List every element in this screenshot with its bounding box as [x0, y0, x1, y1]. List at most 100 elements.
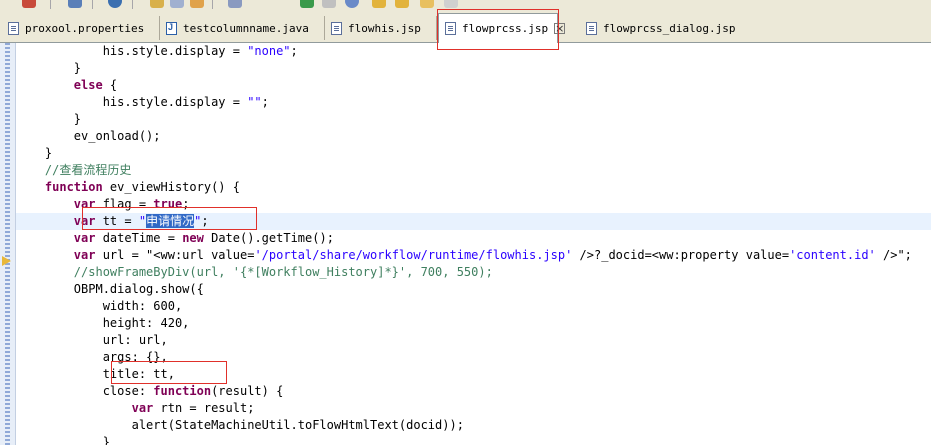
new-wizard-icon[interactable]	[150, 0, 164, 8]
code-token: else	[73, 78, 103, 92]
code-token: //查看流程历史	[44, 163, 132, 177]
code-token: rtn = result;	[153, 401, 255, 415]
code-token: />";	[875, 248, 912, 262]
code-line[interactable]: close: function(result) {	[16, 383, 931, 400]
external-tools-icon[interactable]	[322, 0, 336, 8]
code-token: url: url,	[16, 333, 168, 347]
code-token: var	[73, 231, 96, 245]
back-arrow-icon[interactable]	[372, 0, 386, 8]
code-line[interactable]: var dateTime = new Date().getTime();	[16, 230, 931, 247]
code-line[interactable]: }	[16, 434, 931, 445]
open-type-icon[interactable]	[170, 0, 184, 8]
code-line[interactable]: var url = "<ww:url value='/portal/share/…	[16, 247, 931, 264]
instruction-pointer-icon	[2, 256, 11, 266]
run-app-icon[interactable]	[300, 0, 314, 8]
code-line[interactable]: function ev_viewHistory() {	[16, 179, 931, 196]
code-token: function	[44, 180, 103, 194]
code-line[interactable]: else {	[16, 77, 931, 94]
toolbar-separator	[92, 0, 93, 9]
search-icon[interactable]	[228, 0, 242, 8]
code-token: }	[16, 61, 82, 75]
code-token: }	[16, 435, 110, 445]
code-token: '/portal/share/workflow/runtime/flowhis.…	[254, 248, 573, 262]
code-token: close:	[16, 384, 154, 398]
debug-icon[interactable]	[22, 0, 36, 8]
code-token: Date().getTime();	[203, 231, 334, 245]
annotation-box-title-tt	[111, 361, 227, 384]
file-icon	[586, 21, 597, 35]
open-resource-icon[interactable]	[190, 0, 204, 8]
file-icon	[8, 21, 19, 35]
code-line[interactable]: height: 420,	[16, 315, 931, 332]
tab-label: testcolumnname.java	[183, 21, 309, 35]
code-token: width: 600,	[16, 299, 183, 313]
code-line[interactable]: url: url,	[16, 332, 931, 349]
code-token: function	[153, 384, 212, 398]
code-token: OBPM.dialog.show({	[16, 282, 204, 296]
code-token: height: 420,	[16, 316, 190, 330]
code-token: new	[182, 231, 204, 245]
code-token: />?_docid=<ww:property value=	[572, 248, 790, 262]
globe-icon[interactable]	[345, 0, 359, 8]
run-icon[interactable]	[68, 0, 82, 8]
toolbar-separator	[132, 0, 133, 9]
code-line[interactable]: alert(StateMachineUtil.toFlowHtmlText(do…	[16, 417, 931, 434]
code-token: }	[16, 146, 53, 160]
code-line[interactable]: //查看流程历史	[16, 162, 931, 179]
tab-label: flowprcss_dialog.jsp	[603, 21, 736, 35]
tab-proxool-properties[interactable]: proxool.properties	[2, 16, 160, 40]
nav-back-icon[interactable]	[420, 0, 434, 8]
tab-flowhis-jsp[interactable]: flowhis.jsp	[325, 16, 437, 40]
tab-label: proxool.properties	[25, 21, 145, 35]
code-line[interactable]: ev_onload();	[16, 128, 931, 145]
code-token: his.style.display =	[16, 44, 248, 58]
toolbar-separator	[50, 0, 51, 9]
editor-left-ruler	[0, 43, 16, 445]
tab-testcolumnname-java[interactable]: testcolumnname.java	[160, 16, 325, 40]
code-line[interactable]: var rtn = result;	[16, 400, 931, 417]
java-file-icon	[166, 21, 177, 35]
code-token: var	[73, 248, 96, 262]
tab-flowprcss-dialog-jsp[interactable]: flowprcss_dialog.jsp	[580, 16, 750, 40]
tab-label: flowhis.jsp	[348, 21, 421, 35]
code-line[interactable]: his.style.display = "none";	[16, 43, 931, 60]
code-line[interactable]: }	[16, 111, 931, 128]
code-line[interactable]: width: 600,	[16, 298, 931, 315]
code-token: 'content.id'	[789, 248, 876, 262]
code-line[interactable]: OBPM.dialog.show({	[16, 281, 931, 298]
code-token: his.style.display =	[16, 95, 248, 109]
code-line[interactable]: //showFrameByDiv(url, '{*[Workflow_Histo…	[16, 264, 931, 281]
code-editor[interactable]: his.style.display = "none"; } else { his…	[16, 43, 931, 445]
code-token: ;	[290, 44, 298, 58]
code-token: ev_viewHistory() {	[102, 180, 240, 194]
code-token: dateTime =	[95, 231, 183, 245]
code-token: url = "<ww:url value=	[95, 248, 255, 262]
code-line[interactable]: }	[16, 145, 931, 162]
code-token: {	[102, 78, 118, 92]
code-token: "none"	[247, 44, 291, 58]
nav-forward-icon[interactable]	[444, 0, 458, 8]
code-line[interactable]: his.style.display = "";	[16, 94, 931, 111]
code-token: ;	[261, 95, 269, 109]
code-token: var	[131, 401, 154, 415]
code-token: //showFrameByDiv(url, '{*[Workflow_Histo…	[73, 265, 493, 279]
code-token: ev_onload();	[16, 129, 161, 143]
code-token: }	[16, 112, 82, 126]
code-line[interactable]: }	[16, 60, 931, 77]
refresh-icon[interactable]	[108, 0, 122, 8]
code-token: ""	[247, 95, 262, 109]
annotation-box-tt-declaration	[82, 207, 257, 230]
forward-arrow-icon[interactable]	[395, 0, 409, 8]
code-token: (result) {	[211, 384, 284, 398]
file-icon	[331, 21, 342, 35]
code-token: alert(StateMachineUtil.toFlowHtmlText(do…	[16, 418, 464, 432]
